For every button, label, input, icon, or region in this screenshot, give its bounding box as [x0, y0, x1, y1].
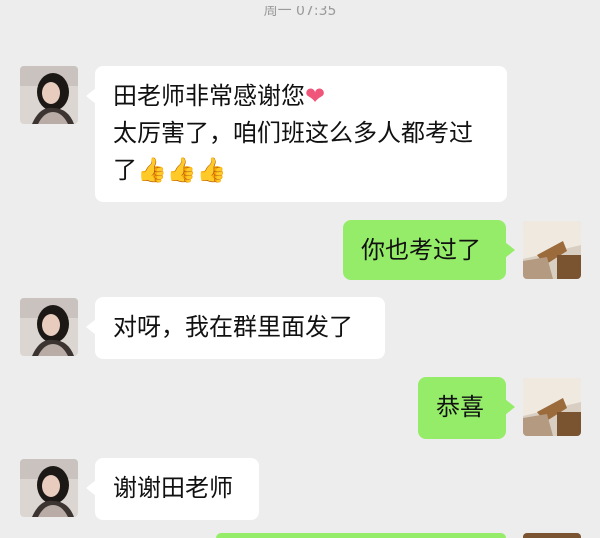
- message-bubble-outgoing[interactable]: 恭喜: [418, 377, 515, 439]
- message-text: 你也考过了: [361, 236, 481, 264]
- woman-portrait-avatar-icon: [20, 66, 78, 124]
- message-text: 对呀，我在群里面发了: [113, 313, 353, 341]
- message-text: 了: [113, 156, 137, 184]
- woman-portrait-avatar-icon: [20, 298, 78, 356]
- message-bubble-incoming[interactable]: 对呀，我在群里面发了: [86, 297, 385, 359]
- self-avatar[interactable]: [523, 378, 581, 436]
- message-line: 田老师非常感谢您❤: [113, 78, 489, 115]
- self-avatar-partial[interactable]: [523, 533, 581, 538]
- message-bubble-incoming[interactable]: 田老师非常感谢您❤ 太厉害了，咱们班这么多人都考过 了👍👍👍: [86, 66, 507, 202]
- room-photo-avatar-icon: [523, 378, 581, 436]
- message-line: 太厉害了，咱们班这么多人都考过: [113, 119, 473, 147]
- contact-avatar[interactable]: [20, 66, 78, 124]
- message-text: 田老师非常感谢您: [113, 82, 305, 110]
- chat-timestamp: 周一 07:35: [263, 6, 337, 19]
- woman-portrait-avatar-icon: [20, 459, 78, 517]
- contact-avatar[interactable]: [20, 459, 78, 517]
- room-photo-avatar-icon: [523, 221, 581, 279]
- message-text: 恭喜: [436, 393, 484, 421]
- contact-avatar[interactable]: [20, 298, 78, 356]
- self-avatar[interactable]: [523, 221, 581, 279]
- heart-icon: ❤: [305, 82, 326, 110]
- message-bubble-incoming[interactable]: 谢谢田老师: [86, 458, 259, 520]
- thumbs-up-icon: 👍👍👍: [137, 156, 227, 184]
- message-line: 了👍👍👍: [113, 152, 489, 189]
- message-bubble-outgoing[interactable]: 你也考过了: [343, 220, 515, 280]
- message-text: 谢谢田老师: [113, 474, 233, 502]
- message-bubble-outgoing-partial[interactable]: [216, 533, 506, 538]
